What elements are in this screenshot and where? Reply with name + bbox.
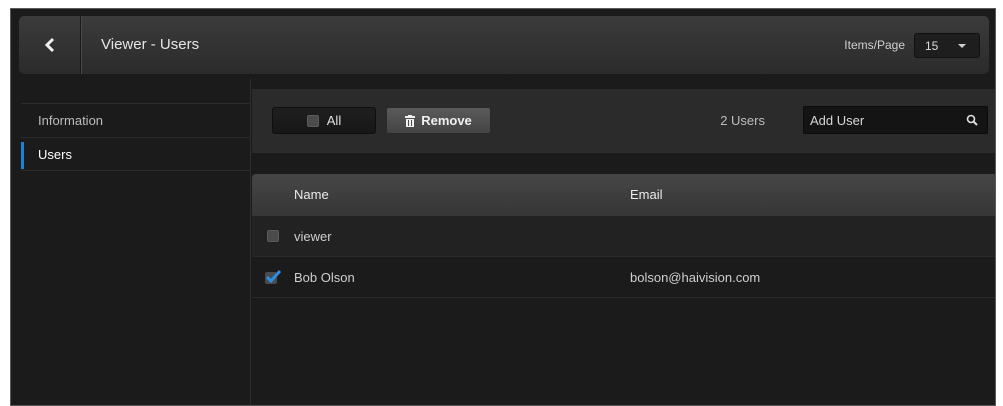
add-user-input[interactable]: [804, 107, 954, 133]
remove-button[interactable]: Remove: [386, 107, 491, 134]
sidebar-item-information[interactable]: Information: [21, 103, 251, 137]
user-name: viewer: [294, 229, 332, 244]
items-per-page-label: Items/Page: [844, 38, 905, 52]
checkmark-icon[interactable]: [265, 270, 281, 284]
user-email: bolson@haivision.com: [630, 270, 761, 285]
items-per-page-value: 15: [925, 38, 939, 53]
chevron-left-icon: [44, 37, 54, 53]
chevron-down-icon: [958, 44, 966, 48]
add-user-field[interactable]: [803, 106, 988, 134]
header-bar: Viewer - Users Items/Page 15: [19, 16, 989, 74]
select-all-label: All: [326, 113, 342, 128]
select-all-button[interactable]: All: [272, 107, 376, 134]
table-row[interactable]: viewer: [252, 216, 995, 257]
remove-label: Remove: [421, 113, 472, 128]
page-title: Viewer - Users: [101, 36, 200, 53]
sidebar-item-label: Information: [38, 113, 104, 128]
items-per-page-select[interactable]: 15: [914, 33, 980, 58]
checkbox-icon: [306, 114, 319, 127]
row-checkbox[interactable]: [267, 230, 279, 242]
table-header: Name Email: [252, 174, 995, 216]
search-icon[interactable]: [966, 114, 978, 126]
app-window: Viewer - Users Items/Page 15 Information…: [10, 8, 996, 406]
user-name: Bob Olson: [294, 270, 355, 285]
sidebar: Information Users: [11, 79, 251, 405]
back-button[interactable]: [19, 16, 81, 74]
table-row[interactable]: Bob Olson bolson@haivision.com: [252, 257, 995, 298]
toolbar: All Remove 2 Users: [252, 89, 995, 153]
column-header-email[interactable]: Email: [630, 174, 663, 216]
sidebar-item-label: Users: [38, 147, 72, 162]
sidebar-item-users[interactable]: Users: [21, 137, 251, 171]
users-count: 2 Users: [720, 113, 765, 128]
trash-icon: [405, 114, 416, 127]
column-header-name[interactable]: Name: [294, 174, 329, 216]
